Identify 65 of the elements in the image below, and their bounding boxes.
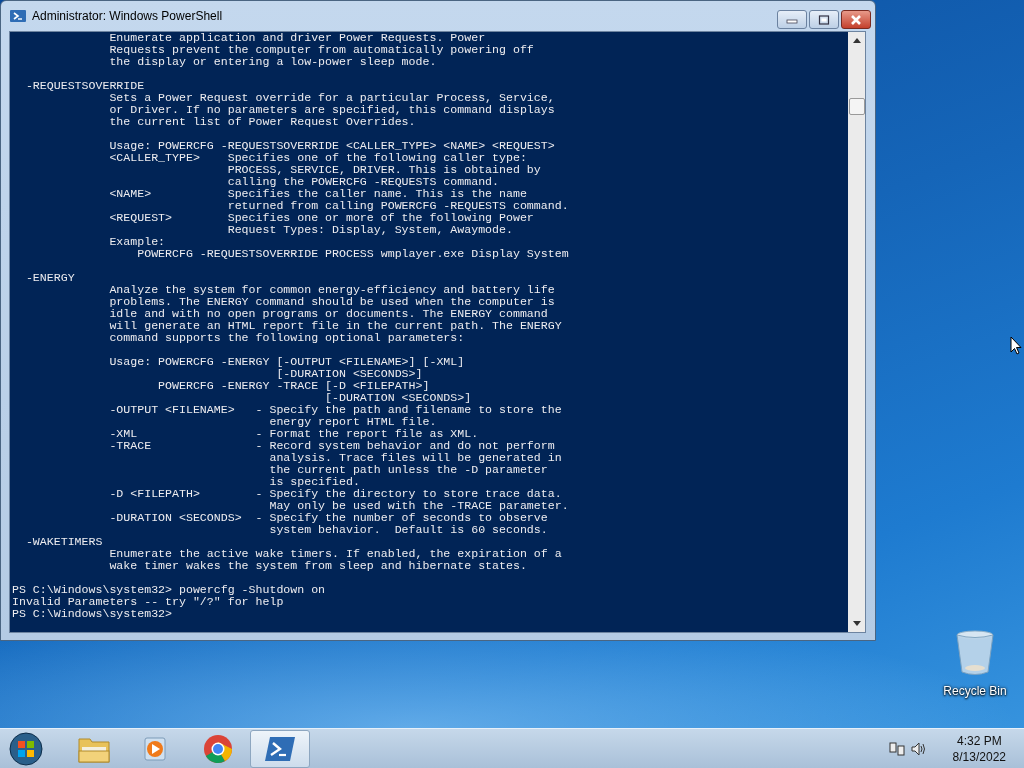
- console-line: system behavior. Default is 60 seconds.: [268, 524, 548, 536]
- console-line: PROCESS, SERVICE, DRIVER. This is obtained by: [226, 164, 541, 176]
- console-line: -D <FILEPATH> - Specify the directory to store trace data.: [108, 488, 562, 500]
- console-line: [-DURATION <SECONDS>]: [324, 392, 472, 404]
- console-line: -OUTPUT <FILENAME> - Specify the path and filename to store the: [108, 404, 562, 416]
- console-line: Requests prevent the computer from automatically powering off: [108, 44, 534, 56]
- console-line: the current list of Power Request Overrides.: [108, 116, 416, 128]
- scroll-down-icon[interactable]: [852, 621, 861, 626]
- console-line: analysis. Trace files will be generated in: [268, 452, 562, 464]
- console-line: Sets a Power Request override for a particular Process, Service,: [108, 92, 555, 104]
- console-line: -DURATION <SECONDS> - Specify the number of seconds to observe: [108, 512, 548, 524]
- console-line: Usage: POWERCFG -REQUESTSOVERRIDE <CALLER_TYPE> <NAME> <REQUEST>: [108, 140, 555, 152]
- console-line: -REQUESTSOVERRIDE: [24, 80, 145, 92]
- console-line: POWERCFG -ENERGY -TRACE [-D <FILEPATH>]: [157, 380, 430, 392]
- console-line: Request Types: Display, System, Awaymode.: [226, 224, 513, 236]
- console-line: May only be used with the -TRACE parameter.: [268, 500, 569, 512]
- console-line: -XML - Format the report file as XML.: [108, 428, 479, 440]
- console-line: Analyze the system for common energy-efficiency and battery life: [108, 284, 555, 296]
- console-line: -WAKETIMERS: [24, 536, 103, 548]
- console-line: wake timer wakes the system from sleep and hibernate states.: [108, 560, 527, 572]
- taskbar-button[interactable]: [250, 729, 310, 768]
- console-line: returned from calling POWERCFG -REQUESTS command.: [226, 200, 569, 212]
- speaker-icon[interactable]: [910, 740, 927, 757]
- network-icon[interactable]: [888, 740, 905, 757]
- console-line: the display or entering a low-power sleep mode.: [108, 56, 437, 68]
- chrome-icon: [203, 733, 233, 764]
- mouse-cursor-icon: [1010, 336, 1022, 355]
- console-line: PS C:\Windows\system32> powercfg -Shutdown on: [12, 584, 326, 596]
- maximize-button[interactable]: [809, 10, 839, 29]
- window-title: Administrator: Windows PowerShell: [32, 9, 224, 23]
- scroll-up-icon[interactable]: [852, 38, 861, 43]
- console-line: PS C:\Windows\system32>: [12, 608, 173, 620]
- console-line: -TRACE - Record system behavior and do not perform: [108, 440, 555, 452]
- console-line: Invalid Parameters -- try "/?" for help: [12, 596, 284, 608]
- console-line: Enumerate the active wake timers. If enabled, the expiration of a: [108, 548, 562, 560]
- scrollbar-thumb[interactable]: [848, 98, 865, 115]
- console-line: is specified.: [268, 476, 360, 488]
- console-line: or Driver. If no parameters are specified, this command displays: [108, 104, 555, 116]
- console-line: the current path unless the -D parameter: [268, 464, 548, 476]
- close-icon: [849, 13, 863, 26]
- recycle-bin-icon[interactable]: [955, 630, 995, 676]
- console-line: Enumerate application and driver Power Requests. Power: [108, 32, 486, 44]
- maximize-icon: [818, 14, 830, 25]
- console-line: <REQUEST> Specifies one or more of the following Power: [108, 212, 534, 224]
- console-line: <CALLER_TYPE> Specifies one of the following caller type:: [108, 152, 527, 164]
- powershell-icon: [264, 735, 296, 762]
- console-line: idle and with no open programs or documents. The ENERGY command: [108, 308, 548, 320]
- close-button[interactable]: [841, 10, 871, 29]
- console-line: Usage: POWERCFG -ENERGY [-OUTPUT <FILENAME>] [-XML]: [108, 356, 465, 368]
- console-line: POWERCFG -REQUESTSOVERRIDE PROCESS wmplayer.exe Display System: [136, 248, 569, 260]
- console-line: -ENERGY: [24, 272, 75, 284]
- console-line: calling the POWERCFG -REQUESTS command.: [226, 176, 500, 188]
- clock[interactable]: 4:32 PM 8/13/2022: [952, 732, 1006, 765]
- start-button[interactable]: [8, 730, 44, 767]
- console-line: energy report HTML file.: [268, 416, 437, 428]
- clock-date: 8/13/2022: [952, 748, 1006, 765]
- scrollbar[interactable]: [848, 32, 865, 632]
- console-line: [-DURATION <SECONDS>]: [275, 368, 423, 380]
- console-line: command supports the following optional parameters:: [108, 332, 465, 344]
- clock-time: 4:32 PM: [956, 732, 1002, 749]
- console-line: Example:: [108, 236, 166, 248]
- powershell-icon: [10, 8, 26, 24]
- console-line: <NAME> Specifies the caller name. This is the name: [108, 188, 527, 200]
- console-line: will generate an HTML report file in the current path. The ENERGY: [108, 320, 562, 332]
- console-line: problems. The ENERGY command should be used when the computer is: [108, 296, 555, 308]
